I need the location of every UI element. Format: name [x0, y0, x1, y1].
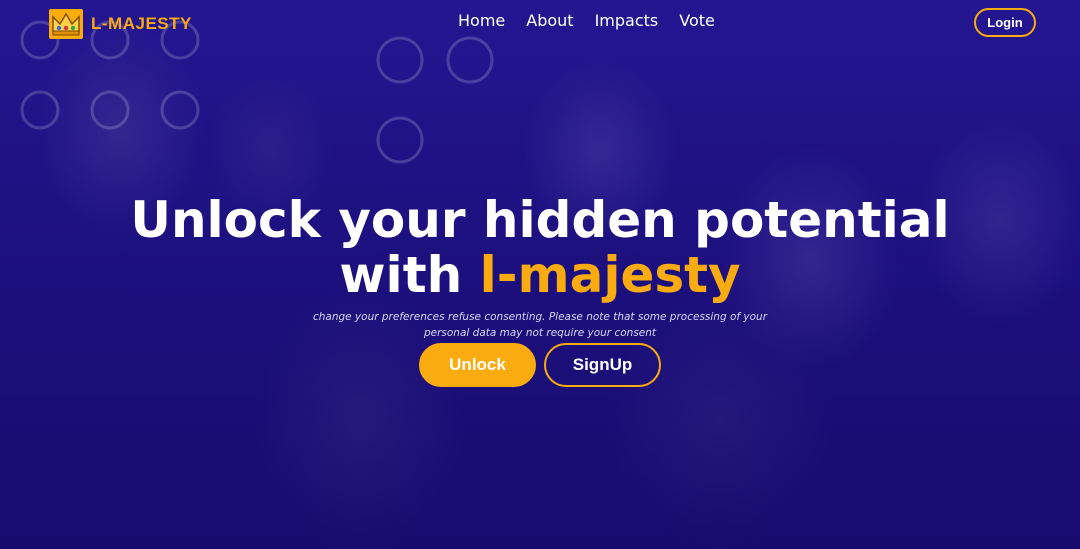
unlock-button[interactable]: Unlock [419, 343, 536, 387]
site-header: L-MAJESTY Home About Impacts Vote Login [0, 0, 1080, 44]
logo[interactable]: L-MAJESTY [48, 8, 192, 40]
hero-headline: Unlock your hidden potential with l-maje… [0, 193, 1080, 303]
nav-home[interactable]: Home [458, 11, 505, 30]
hero-headline-line2-prefix: with [339, 246, 480, 304]
hero-section: Unlock your hidden potential with l-maje… [0, 193, 1080, 341]
nav-vote[interactable]: Vote [679, 11, 715, 30]
cta-row: Unlock SignUp [0, 343, 1080, 387]
hero-headline-brand: l-majesty [479, 246, 741, 304]
login-button[interactable]: Login [974, 8, 1036, 37]
nav-about[interactable]: About [526, 11, 573, 30]
hero-subtext: change your preferences refuse consentin… [312, 311, 768, 339]
main-nav: Home About Impacts Vote [458, 11, 715, 30]
nav-impacts[interactable]: Impacts [595, 11, 659, 30]
logo-text: L-MAJESTY [91, 14, 192, 33]
crown-icon [49, 9, 83, 39]
hero-headline-line1: Unlock your hidden potential [130, 191, 950, 249]
signup-button[interactable]: SignUp [544, 343, 661, 387]
